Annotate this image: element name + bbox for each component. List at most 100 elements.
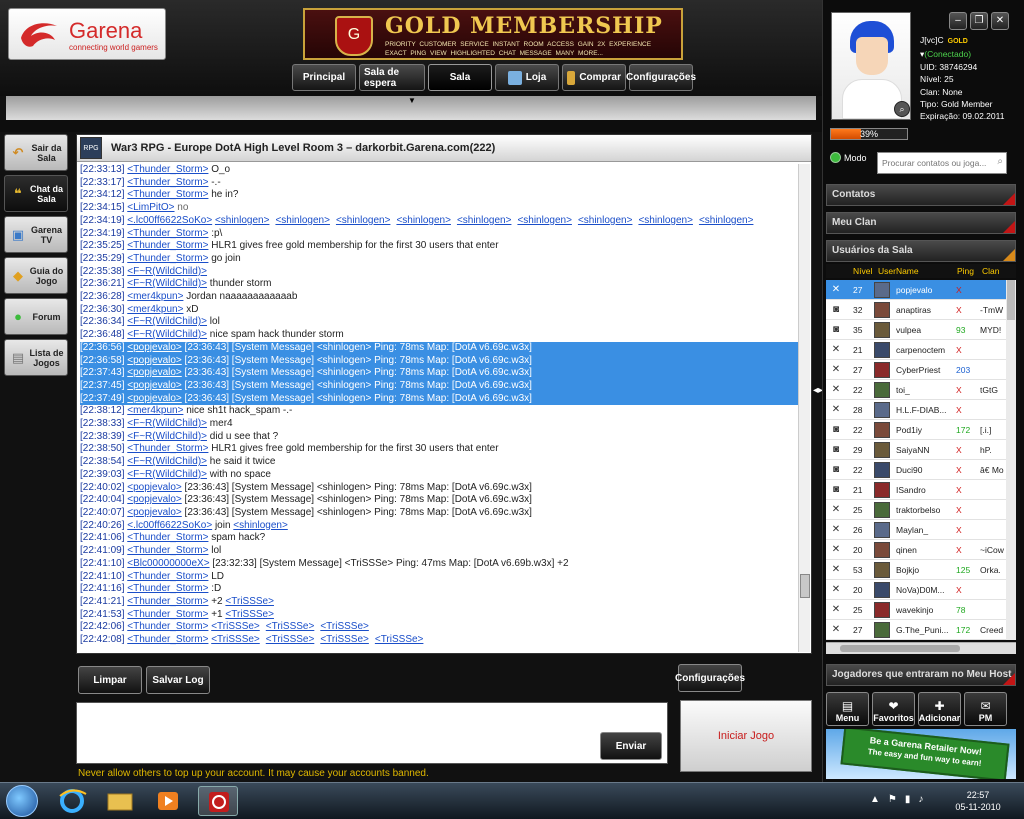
chat-user-link[interactable]: <shinlogen> [275,215,330,226]
chat-username[interactable]: <Thunder_Storm> [127,609,208,620]
chat-username[interactable]: <F~R(WildChild)> [127,418,207,429]
user-row[interactable]: ✕ 27 popjevalo X [826,280,1006,300]
ie-icon[interactable] [52,786,92,816]
col-nivel[interactable]: Nível [853,266,872,276]
section-usuarios-da-sala[interactable]: Usuários da Sala [826,240,1016,262]
user-row[interactable]: ✕ 22 toi_ XtGtG [826,380,1006,400]
salvar-log-button[interactable]: Salvar Log [146,666,210,694]
chat-username[interactable]: <Thunder_Storm> [127,240,208,251]
chat-username[interactable]: <mer4kpun> [127,291,183,302]
sidebar-item-chat-da-sala[interactable]: ❝ Chat da Sala [4,175,68,212]
chat-username[interactable]: <popjevalo> [127,507,182,518]
chat-user-link[interactable]: <TriSSSe> [211,634,260,645]
minimize-icon[interactable]: – [949,12,967,30]
user-row[interactable]: ◙ 35 vulpea 93 MYD! [826,320,1006,340]
section-meu-clan[interactable]: Meu Clan [826,212,1016,234]
user-row[interactable]: ◙ 32 anaptiras X -TmW [826,300,1006,320]
chat-username[interactable]: <Thunder_Storm> [127,228,208,239]
section-contatos[interactable]: Contatos [826,184,1016,206]
user-row[interactable]: ✕ 28 H.L.F-DIAB... X [826,400,1006,420]
chat-username[interactable]: <popjevalo> [127,494,182,505]
user-row[interactable]: ✕ 27 G.The_Puni... 172 Creed [826,620,1006,640]
chat-username[interactable]: <F~R(WildChild)> [127,266,207,277]
chat-username[interactable]: <Thunder_Storm> [127,189,208,200]
col-username[interactable]: UserName [878,266,919,276]
nav-principal[interactable]: Principal [292,64,356,91]
user-row[interactable]: ✕ 25 traktorbelso X [826,500,1006,520]
limpar-button[interactable]: Limpar [78,666,142,694]
network-icon[interactable]: ▮ [905,794,911,805]
garena-taskbar-icon[interactable] [198,786,238,816]
folder-icon[interactable] [100,786,140,816]
chat-username[interactable]: <mer4kpun> [127,405,183,416]
sidebar-item-forum[interactable]: ● Forum [4,298,68,335]
enviar-button[interactable]: Enviar [600,732,662,760]
chat-username[interactable]: <Thunder_Storm> [127,177,208,188]
message-input[interactable] [77,703,667,763]
chat-user-link[interactable]: <shinlogen> [578,215,633,226]
col-ping[interactable]: Ping [957,266,974,276]
collapse-arrow-icon[interactable]: ▼ [408,96,416,105]
chat-username[interactable]: <F~R(WildChild)> [127,316,207,327]
chat-username[interactable]: <Thunder_Storm> [127,443,208,454]
status-dropdown[interactable]: ▾(Conectado) [920,48,1004,60]
close-icon[interactable]: ✕ [991,12,1009,30]
chat-username[interactable]: <popjevalo> [127,482,182,493]
chat-username[interactable]: <Thunder_Storm> [127,253,208,264]
user-row[interactable]: ✕ 53 Bojkjo 125 Orka. [826,560,1006,580]
chat-username[interactable]: <popjevalo> [127,380,182,391]
nav-configuracoes[interactable]: Configurações [626,64,696,91]
user-row[interactable]: ◙ 22 Pod1iy 172 [.i.] [826,420,1006,440]
user-row[interactable]: ✕ 20 qinen X ~iCow [826,540,1006,560]
retailer-ad[interactable]: Be a Garena Retailer Now! The easy and f… [826,729,1016,779]
nav-sala[interactable]: Sala [428,64,492,91]
chat-user-link[interactable]: <TriSSSe> [320,634,369,645]
col-clan[interactable]: Clan [982,266,999,276]
user-row[interactable]: ✕ 25 wavekinjo 78 [826,600,1006,620]
chat-username[interactable]: <.lc00ff6622SoKo> [127,215,212,226]
iniciar-jogo-button[interactable]: Iniciar Jogo [680,700,812,772]
chat-username[interactable]: <mer4kpun> [127,304,183,315]
chat-username[interactable]: <Thunder_Storm> [127,532,208,543]
chat-username[interactable]: <F~R(WildChild)> [127,469,207,480]
section-jogadores-host[interactable]: Jogadores que entraram no Meu Host [826,664,1016,686]
chat-user-link[interactable]: <TriSSSe> [375,634,424,645]
chat-username[interactable]: <Thunder_Storm> [127,596,208,607]
chat-username[interactable]: <LimPitO> [127,202,174,213]
search-icon[interactable]: ⌕ [997,156,1003,167]
restore-icon[interactable]: ❐ [970,12,988,30]
chat-username[interactable]: <Thunder_Storm> [127,634,208,645]
sidebar-item-garena-tv[interactable]: ▣ Garena TV [4,216,68,253]
chat-username[interactable]: <F~R(WildChild)> [127,278,207,289]
chat-username[interactable]: <popjevalo> [127,342,182,353]
garena-logo[interactable]: Garena connecting world gamers [8,8,166,60]
gold-membership-banner[interactable]: G GOLD MEMBERSHIP PRIORITY CUSTOMER SERV… [303,8,683,60]
chat-user-link[interactable]: <shinlogen> [215,215,270,226]
chat-user-link[interactable]: <TriSSSe> [266,621,315,632]
pm-button[interactable]: ✉ PM [964,692,1007,726]
scrollbar-thumb[interactable] [1007,280,1015,320]
nav-sala-de-espera[interactable]: Sala de espera [359,64,425,91]
chat-user-link[interactable]: <shinlogen> [699,215,754,226]
chat-username[interactable]: <Blc00000000eX> [127,558,209,569]
user-row[interactable]: ✕ 26 Maylan_ X [826,520,1006,540]
chat-username[interactable]: <Thunder_Storm> [127,583,208,594]
userlist-hscrollbar[interactable] [826,642,1016,654]
chat-username[interactable]: <F~R(WildChild)> [127,329,207,340]
chat-config-button[interactable]: Configurações [675,664,745,692]
scrollbar-thumb[interactable] [840,645,960,652]
chat-user-link[interactable]: <TriSSSe> [266,634,315,645]
chat-scrollbar[interactable] [798,164,810,652]
chat-username[interactable]: <F~R(WildChild)> [127,456,207,467]
chat-user-link[interactable]: <shinlogen> [336,215,391,226]
flag-icon[interactable]: ⚑ [888,794,897,805]
chat-username[interactable]: <.lc00ff6622SoKo> [127,520,212,531]
menu-button[interactable]: ▤ Menu [826,692,869,726]
chat-user-link[interactable]: <shinlogen> [396,215,451,226]
sidebar-item-sair-da-sala[interactable]: ↶ Sair da Sala [4,134,68,171]
user-row[interactable]: ✕ 20 NoVa)D0M... X [826,580,1006,600]
chat-username[interactable]: <Thunder_Storm> [127,164,208,175]
chat-username[interactable]: <popjevalo> [127,367,182,378]
chat-user-link[interactable]: <TriSSSe> [211,621,260,632]
favoritos-button[interactable]: ❤ Favoritos [872,692,915,726]
